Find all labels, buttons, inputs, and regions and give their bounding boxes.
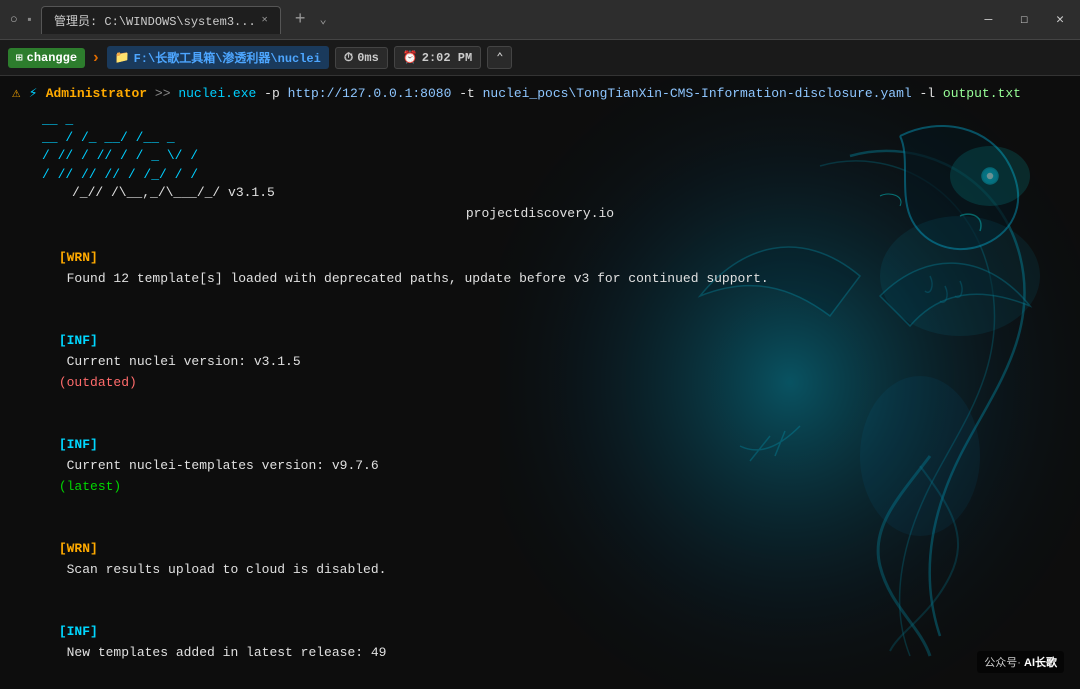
prompt-template-path: nuclei_pocs\TongTianXin-CMS-Information-… (483, 86, 912, 101)
terminal-content: ⚠ ⚡ Administrator >> nuclei.exe -p http:… (12, 84, 1068, 689)
tag-inf-1: [INF] (59, 333, 98, 348)
path-separator-icon: › (91, 49, 101, 67)
maximize-button[interactable]: ☐ (1014, 10, 1034, 29)
clock-icon: ⏰ (403, 50, 418, 65)
watermark-prefix: 公众号· (984, 657, 1021, 669)
ms-pill: ⏱ 0ms (335, 47, 388, 69)
log-text-inf-2: Current nuclei-templates version: v9.7.6 (59, 458, 387, 473)
tag-wrn: [WRN] (59, 250, 98, 265)
terminal-area: ⚠ ⚡ Administrator >> nuclei.exe -p http:… (0, 76, 1080, 689)
log-line-inf-templates: [INF] Current nuclei-templates version: … (12, 414, 1068, 518)
ascii-line-3: / // / // / / _ \/ / (42, 147, 1068, 165)
tab-label: 管理员: C:\WINDOWS\system3... (54, 12, 256, 29)
log-text-wrn-2: Scan results upload to cloud is disabled… (59, 562, 387, 577)
watermark-brand: AI长歌 (1024, 657, 1057, 669)
command-prompt-line: ⚠ ⚡ Administrator >> nuclei.exe -p http:… (12, 84, 1068, 105)
time-label: 2:02 PM (422, 51, 472, 65)
nuclei-ascii-art: __ _ __ / /_ __/ /__ _ / // / // / / _ \… (42, 111, 1068, 202)
window-controls: — ☐ ✕ (979, 10, 1070, 29)
log-line-inf-version: [INF] Current nuclei version: v3.1.5 (ou… (12, 310, 1068, 414)
tab-close-button[interactable]: ✕ (262, 14, 268, 26)
project-discovery-url: projectdiscovery.io (12, 206, 1068, 221)
tag-wrn-2: [WRN] (59, 541, 98, 556)
user-pill: ⊞ changge (8, 48, 85, 68)
windows-icon: ⊞ (16, 51, 23, 65)
log-text-wrn-1: Found 12 template[s] loaded with depreca… (59, 271, 769, 286)
prompt-flag-l: -l (920, 86, 943, 101)
outdated-tag: (outdated) (59, 375, 137, 390)
prompt-flag-p: -p (264, 86, 287, 101)
up-arrow-icon: ⌃ (496, 50, 503, 65)
time-pill: ⏰ 2:02 PM (394, 46, 481, 69)
log-line-wrn-1: [WRN] Found 12 template[s] loaded with d… (12, 227, 1068, 310)
new-tab-button[interactable]: + (289, 10, 312, 30)
timer-icon: ⏱ (344, 51, 353, 65)
window-titlebar: ○ ▪ 管理员: C:\WINDOWS\system3... ✕ + ⌄ — ☐… (0, 0, 1080, 40)
close-button[interactable]: ✕ (1050, 10, 1070, 29)
prompt-command: nuclei.exe (178, 86, 256, 101)
ms-label: 0ms (357, 51, 379, 65)
user-label: changge (27, 51, 77, 65)
folder-icon: 📁 (115, 50, 130, 65)
tab-dropdown-button[interactable]: ⌄ (320, 12, 327, 27)
prompt-url-value: http://127.0.0.1:8080 (288, 86, 452, 101)
latest-tag: (latest) (59, 479, 121, 494)
window-tab-icon: ▪ (26, 13, 33, 27)
ascii-version-line: /_// /\__,_/\___/_/ v3.1.5 (72, 184, 1068, 202)
arrow-pill: ⌃ (487, 46, 512, 69)
path-label: F:\长歌工具箱\渗透利器\nuclei (134, 49, 321, 66)
prompt-output-file: output.txt (943, 86, 1021, 101)
log-line-wrn-cloud: [WRN] Scan results upload to cloud is di… (12, 518, 1068, 601)
warning-icon: ⚠ (12, 86, 29, 102)
ascii-line-1: __ _ (42, 111, 1068, 129)
ascii-line-4: / // // // / /_/ / / (42, 166, 1068, 184)
lightning-icon: ⚡ (29, 86, 46, 102)
terminal-toolbar: ⊞ changge › 📁 F:\长歌工具箱\渗透利器\nuclei ⏱ 0ms… (0, 40, 1080, 76)
log-text-inf-3: New templates added in latest release: 4… (59, 645, 387, 660)
tag-inf-3: [INF] (59, 624, 98, 639)
ascii-line-2: __ / /_ __/ /__ _ (42, 129, 1068, 147)
watermark: 公众号· AI长歌 (977, 651, 1064, 673)
window-system-icon: ○ (10, 12, 18, 27)
path-pill: 📁 F:\长歌工具箱\渗透利器\nuclei (107, 46, 329, 69)
prompt-username: Administrator (46, 86, 147, 101)
prompt-arrow: >> (155, 86, 178, 101)
minimize-button[interactable]: — (979, 10, 999, 29)
log-line-inf-new-templates: [INF] New templates added in latest rele… (12, 601, 1068, 684)
log-text-inf-1: Current nuclei version: v3.1.5 (59, 354, 309, 369)
prompt-flag-t: -t (459, 86, 482, 101)
tag-inf-2: [INF] (59, 437, 98, 452)
window-tab[interactable]: 管理员: C:\WINDOWS\system3... ✕ (41, 6, 281, 34)
log-line-inf-loaded: [INF] Templates loaded for current scan:… (12, 684, 1068, 689)
